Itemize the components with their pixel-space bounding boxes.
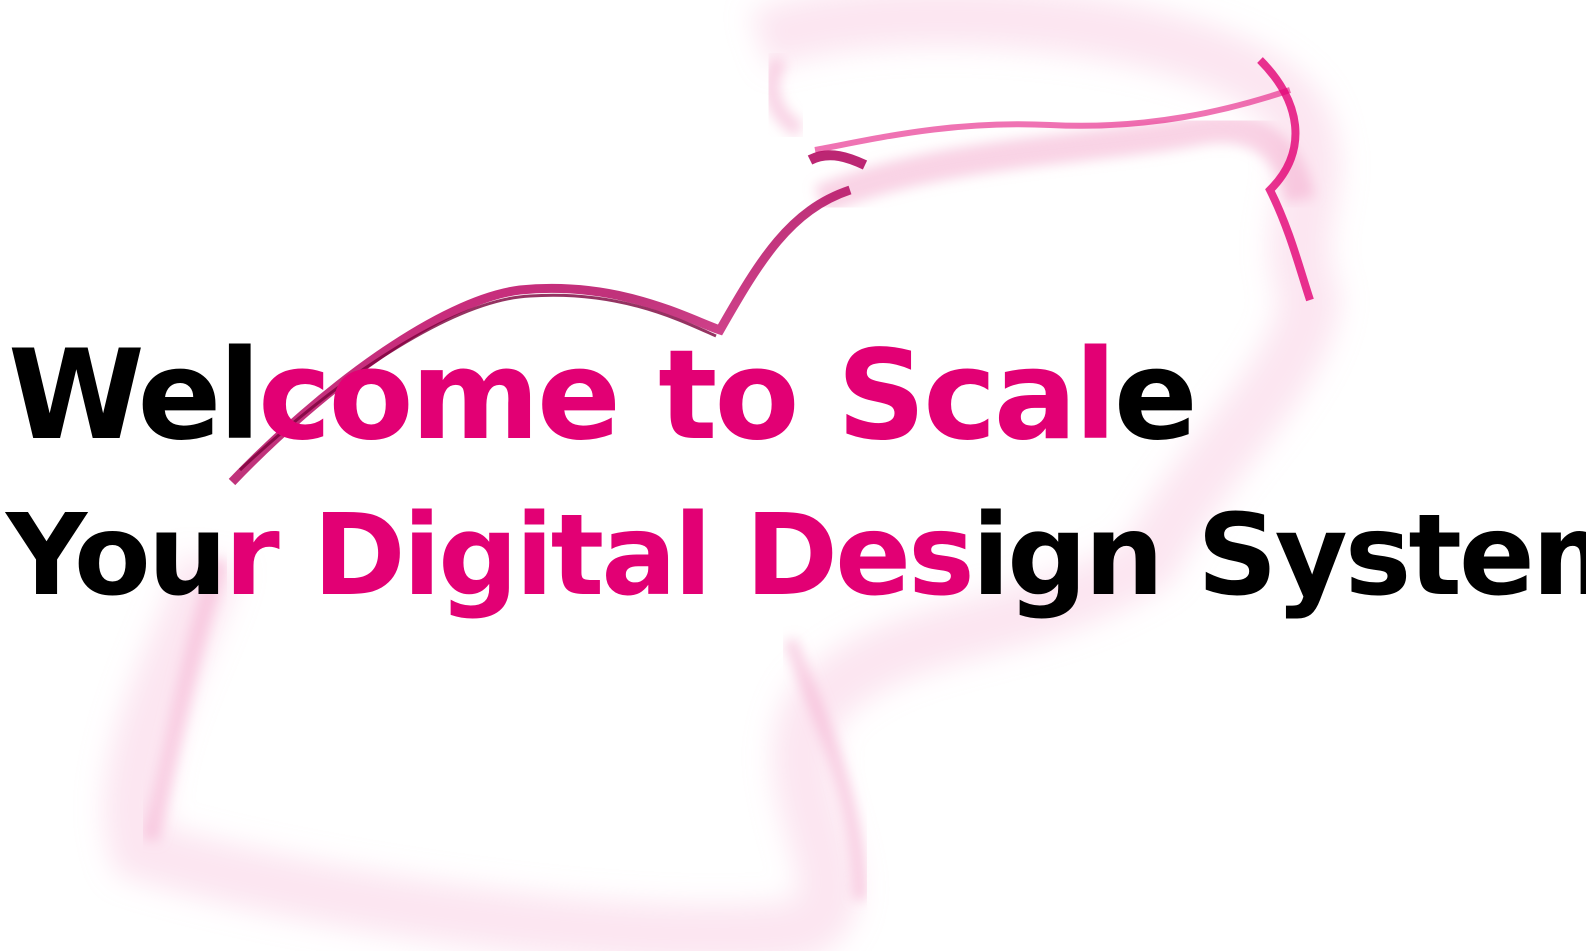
tinted-text: r Digital Des xyxy=(224,491,975,621)
hero-title-line2: Your Digital Design System xyxy=(6,491,1586,621)
tinted-text: come to Scal xyxy=(257,324,1117,468)
hero-title-line1: Welcome to Scale xyxy=(8,324,1198,468)
hero-title: Welcome to Scale Your Digital Design Sys… xyxy=(0,316,1586,636)
hero-stage: Welcome to Scale Your Digital Design Sys… xyxy=(0,0,1586,951)
